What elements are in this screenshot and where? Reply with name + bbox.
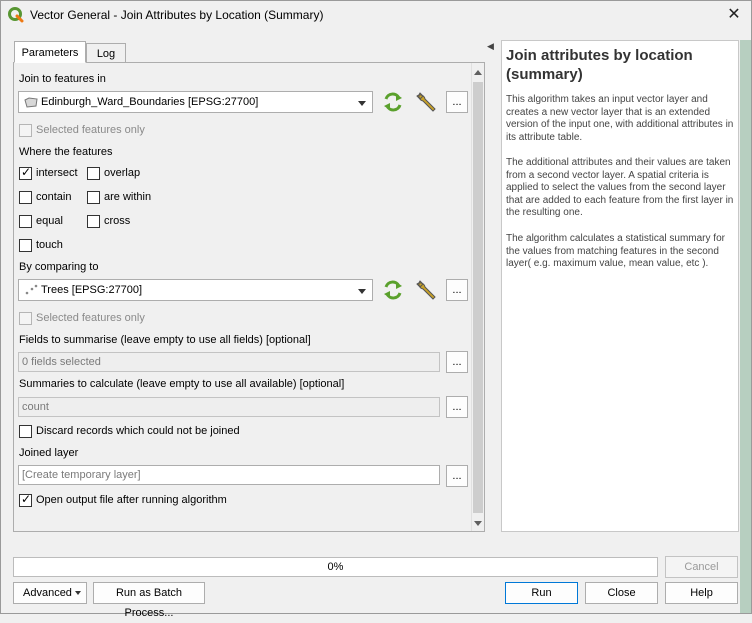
overlap-checkbox[interactable] [87, 167, 100, 180]
summaries-browse-button[interactable]: ... [446, 396, 468, 418]
discard-records-checkbox[interactable] [19, 425, 32, 438]
are-within-checkbox[interactable] [87, 191, 100, 204]
discard-records-label: Discard records which could not be joine… [36, 425, 240, 437]
joined-layer-placeholder: [Create temporary layer] [22, 469, 141, 481]
selected-only-checkbox-1[interactable] [19, 124, 32, 137]
checkmark-icon: ✓ [21, 492, 32, 506]
contain-checkbox[interactable] [19, 191, 32, 204]
join-layer-browse-button[interactable]: ... [446, 91, 468, 113]
iterate-refresh-icon[interactable] [381, 279, 405, 301]
join-layer-value: Edinburgh_Ward_Boundaries [EPSG:27700] [41, 96, 259, 108]
fields-summarise-label: Fields to summarise (leave empty to use … [19, 334, 311, 346]
overlap-label: overlap [104, 167, 141, 179]
help-paragraph-2: The additional attributes and their valu… [506, 157, 734, 218]
joined-layer-label: Joined layer [19, 447, 79, 459]
batch-process-button[interactable]: Run as Batch Process... [93, 582, 205, 619]
close-window-icon[interactable]: ✕ [722, 4, 746, 26]
equal-checkbox[interactable] [19, 215, 32, 228]
help-title: Join attributes by location (summary) [506, 47, 693, 83]
progress-bar: 0% [13, 557, 658, 577]
equal-label: equal [36, 215, 63, 227]
comparing-layer-combo[interactable]: Trees [EPSG:27700] [18, 279, 373, 301]
cross-label: cross [104, 215, 131, 227]
tab-parameters[interactable]: Parameters [14, 41, 86, 63]
window-title: Vector General - Join Attributes by Loca… [30, 8, 324, 22]
joined-layer-input[interactable]: [Create temporary layer] [18, 465, 440, 485]
summaries-label: Summaries to calculate (leave empty to u… [19, 378, 345, 390]
help-paragraph-1: This algorithm takes an input vector lay… [506, 94, 734, 143]
fields-browse-button[interactable]: ... [446, 351, 468, 373]
run-button[interactable]: Run [505, 582, 578, 604]
scrollbar-thumb[interactable] [473, 82, 483, 513]
tab-log[interactable]: Log [86, 43, 126, 63]
wrench-settings-icon[interactable] [414, 278, 438, 302]
comparing-layer-value: Trees [EPSG:27700] [41, 284, 143, 296]
cross-checkbox[interactable] [87, 215, 100, 228]
contain-label: contain [36, 191, 72, 203]
comparing-to-label: By comparing to [19, 261, 99, 273]
help-panel: Join attributes by location (summary) Th… [501, 40, 739, 532]
joined-layer-menu-button[interactable]: ... [446, 465, 468, 487]
fields-summarise-value: 0 fields selected [22, 356, 101, 368]
selected-only-label-1: Selected features only [36, 124, 145, 136]
scroll-up-icon[interactable] [474, 70, 482, 75]
intersect-checkbox[interactable]: ✓ [19, 165, 32, 180]
wrench-settings-icon[interactable] [414, 90, 438, 114]
advanced-button[interactable]: Advanced [13, 582, 87, 604]
iterate-refresh-icon[interactable] [381, 91, 405, 113]
chevron-down-icon [358, 101, 366, 106]
where-features-label: Where the features [19, 146, 113, 158]
open-output-checkbox[interactable]: ✓ [19, 492, 32, 507]
help-button[interactable]: Help [665, 582, 738, 604]
open-output-label: Open output file after running algorithm [36, 494, 227, 506]
cancel-button[interactable]: Cancel [665, 556, 738, 578]
checkmark-icon: ✓ [21, 165, 32, 179]
scroll-down-icon[interactable] [474, 521, 482, 526]
intersect-label: intersect [36, 167, 78, 179]
fields-summarise-input[interactable]: 0 fields selected [18, 352, 440, 372]
join-layer-combo[interactable]: Edinburgh_Ward_Boundaries [EPSG:27700] [18, 91, 373, 113]
collapse-help-icon[interactable]: ◀ [487, 41, 494, 52]
comparing-layer-browse-button[interactable]: ... [446, 279, 468, 301]
selected-only-checkbox-2[interactable] [19, 312, 32, 325]
join-to-label: Join to features in [19, 73, 106, 85]
help-paragraph-3: The algorithm calculates a statistical s… [506, 233, 725, 269]
chevron-down-icon [358, 289, 366, 294]
touch-label: touch [36, 239, 63, 251]
close-button[interactable]: Close [585, 582, 658, 604]
selected-only-label-2: Selected features only [36, 312, 145, 324]
summaries-input[interactable]: count [18, 397, 440, 417]
summaries-value: count [22, 401, 49, 413]
polygon-layer-icon [24, 97, 38, 111]
are-within-label: are within [104, 191, 152, 203]
point-layer-icon [24, 284, 38, 299]
advanced-label: Advanced [23, 587, 72, 599]
touch-checkbox[interactable] [19, 239, 32, 252]
chevron-down-icon [75, 591, 81, 595]
qgis-logo-icon [8, 7, 24, 23]
